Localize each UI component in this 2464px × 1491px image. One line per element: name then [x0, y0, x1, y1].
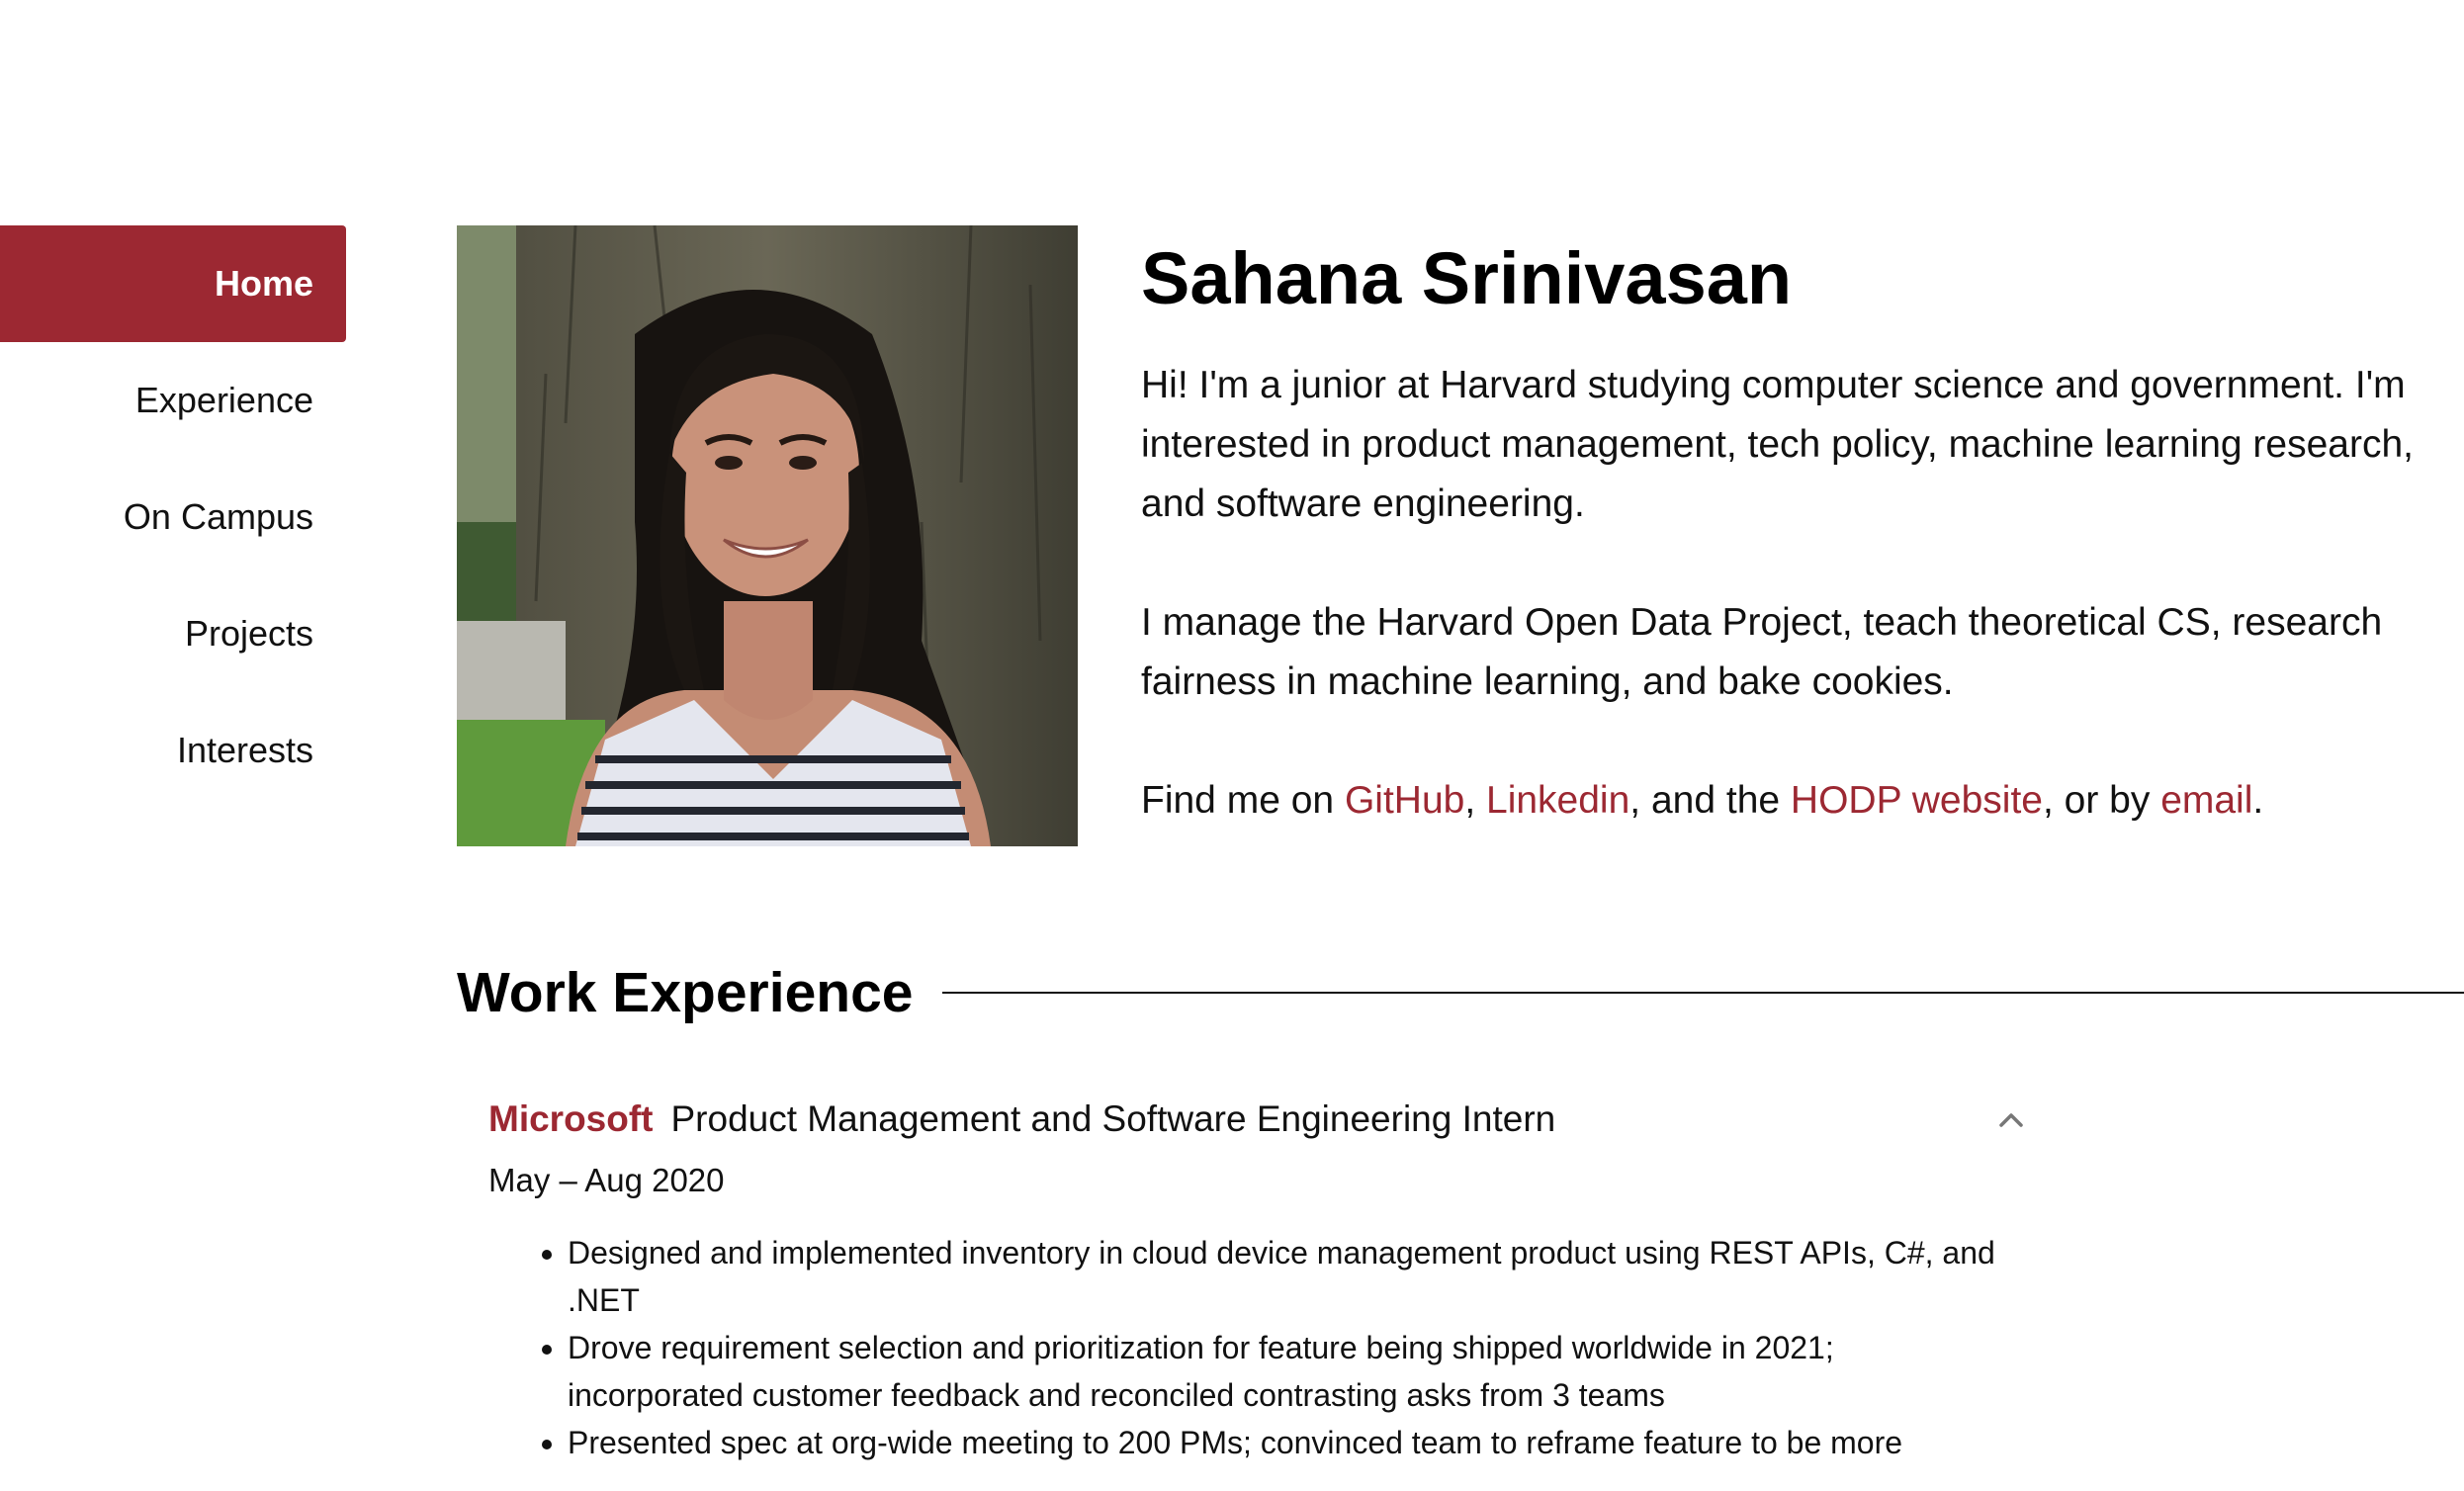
job-dates: May – Aug 2020: [488, 1162, 725, 1198]
nav-item-projects[interactable]: Projects: [0, 575, 346, 692]
hodp-website-link[interactable]: HODP website: [1791, 779, 2043, 822]
chevron-up-icon[interactable]: [1991, 1100, 2031, 1140]
page: Home Experience On Campus Projects Inter…: [0, 0, 2464, 1491]
nav-item-home[interactable]: Home: [0, 225, 346, 342]
page-title: Sahana Srinivasan: [1141, 237, 1793, 319]
github-link[interactable]: GitHub: [1345, 779, 1464, 822]
profile-photo: [457, 225, 1078, 846]
separator-1: ,: [1464, 779, 1486, 822]
intro-paragraph-1: Hi! I'm a junior at Harvard studying com…: [1141, 364, 2414, 525]
separator-2: , and the: [1629, 779, 1791, 822]
job-bullets: Designed and implemented inventory in cl…: [488, 1229, 2011, 1466]
job-role: Product Management and Software Engineer…: [670, 1098, 1556, 1139]
work-experience-header: Work Experience: [457, 953, 2464, 1032]
sidebar-nav: Home Experience On Campus Projects Inter…: [0, 225, 346, 809]
job-header[interactable]: Microsoft Product Management and Softwar…: [488, 1093, 2031, 1146]
find-me-suffix: .: [2252, 779, 2264, 822]
section-title: Work Experience: [457, 961, 914, 1024]
nav-item-experience[interactable]: Experience: [0, 342, 346, 459]
job-bullet: Designed and implemented inventory in cl…: [568, 1229, 2011, 1324]
job-bullet: Drove requirement selection and prioriti…: [568, 1324, 2011, 1419]
job-entry: Microsoft Product Management and Softwar…: [488, 1093, 2031, 1466]
intro-paragraph-2: I manage the Harvard Open Data Project, …: [1141, 601, 2383, 703]
find-me-prefix: Find me on: [1141, 779, 1345, 822]
intro-section: Sahana Srinivasan Hi! I'm a junior at Ha…: [1141, 229, 2456, 831]
nav-item-interests[interactable]: Interests: [0, 692, 346, 809]
job-bullet: Presented spec at org-wide meeting to 20…: [568, 1419, 2011, 1466]
email-link[interactable]: email: [2160, 779, 2252, 822]
nav-item-on-campus[interactable]: On Campus: [0, 459, 346, 575]
linkedin-link[interactable]: Linkedin: [1486, 779, 1629, 822]
section-divider: [942, 992, 2464, 994]
job-company: Microsoft: [488, 1098, 654, 1139]
separator-3: , or by: [2042, 779, 2161, 822]
intro-paragraph-3: Find me on GitHub, Linkedin, and the HOD…: [1141, 771, 2456, 831]
